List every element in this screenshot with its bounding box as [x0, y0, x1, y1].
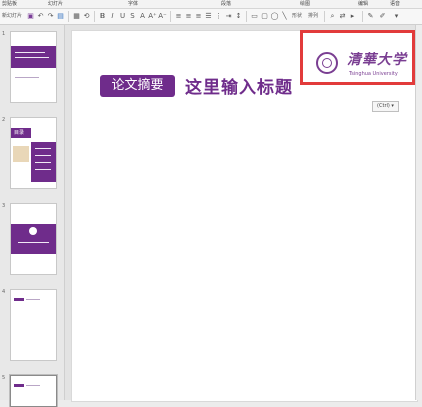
toolbar-separator	[94, 11, 95, 22]
section-badge[interactable]: 论文摘要	[100, 75, 175, 97]
align-right-icon[interactable]: ≡	[194, 12, 203, 21]
ribbon-group-clipboard: 剪贴板	[2, 1, 18, 7]
logo-english-name: Tsinghua University	[349, 71, 398, 77]
ribbon-group-voice: 语音	[390, 1, 401, 7]
ribbon-group-editing: 编辑	[358, 1, 369, 7]
shapes-button[interactable]: 形状	[292, 12, 302, 21]
ribbon-group-slides: 幻灯片	[48, 1, 64, 7]
layout-icon[interactable]: ▦	[72, 12, 81, 21]
thumbnail-number: 5	[2, 375, 6, 381]
save-icon[interactable]: ▣	[26, 12, 35, 21]
line-spacing-icon[interactable]: ↕	[234, 12, 243, 21]
ribbon-group-paragraph: 段落	[221, 1, 232, 7]
toolbar-separator	[170, 11, 171, 22]
ribbon-group-labels: 剪贴板 幻灯片 字体 段落 绘图 编辑 语音	[0, 0, 422, 9]
thumbnail-badge	[14, 298, 24, 301]
seal-inner-ring	[322, 58, 332, 68]
slide-thumbnail-5[interactable]	[10, 375, 57, 407]
select-icon[interactable]: ▸	[348, 12, 357, 21]
ribbon-group-font: 字体	[128, 1, 139, 7]
align-center-icon[interactable]: ≡	[184, 12, 193, 21]
thumbnail-badge	[14, 384, 24, 387]
slide-thumbnail-2[interactable]: 目录	[10, 117, 57, 189]
italic-icon[interactable]: 𝐼	[108, 12, 117, 21]
font-color-icon[interactable]: A	[138, 12, 147, 21]
thumbnail-text-line	[35, 155, 51, 156]
logo-chinese-name: 清華大学	[347, 52, 407, 68]
thumbnail-text-line	[26, 299, 40, 300]
slide-title[interactable]: 这里输入标题	[185, 73, 293, 98]
thumbnail-text-line	[35, 162, 51, 163]
thumbnail-text-line	[15, 57, 49, 58]
replace-icon[interactable]: ⇄	[338, 12, 347, 21]
slide-thumbnail-4[interactable]	[10, 289, 57, 361]
slide-thumbnail-3[interactable]	[10, 203, 57, 275]
toolbar: 新幻灯片 ▣ ↶ ↷ ▤ ▦ ⟲ 𝐁 𝐼 U S A A⁺ A⁻ ≡ ≡ ≡ ☰…	[0, 9, 422, 25]
thumbnail-number: 3	[2, 203, 6, 209]
thumbnail-image	[13, 146, 29, 162]
thumbnail-text-line	[15, 77, 39, 78]
toolbar-separator	[246, 11, 247, 22]
oval-icon[interactable]: ◯	[270, 12, 279, 21]
reset-icon[interactable]: ⟲	[82, 12, 91, 21]
align-left-icon[interactable]: ≡	[174, 12, 183, 21]
dropdown-chevron-icon[interactable]: ▾	[392, 12, 401, 21]
picture-icon[interactable]: ▤	[56, 12, 65, 21]
new-slide-button[interactable]: 新幻灯片	[2, 12, 22, 21]
undo-icon[interactable]: ↶	[36, 12, 45, 21]
thumbnail-text-line	[35, 148, 51, 149]
toolbar-separator	[68, 11, 69, 22]
rounded-rect-icon[interactable]: ▢	[260, 12, 269, 21]
line-icon[interactable]: ╲	[280, 12, 289, 21]
indent-icon[interactable]: ⇥	[224, 12, 233, 21]
thumbnail-text-line	[15, 52, 45, 53]
arrange-button[interactable]: 排列	[308, 12, 318, 21]
bullets-icon[interactable]: ☰	[204, 12, 213, 21]
slide-thumbnail-1[interactable]	[10, 31, 57, 103]
underline-icon[interactable]: U	[118, 12, 127, 21]
thumbnail-logo	[29, 227, 37, 235]
vertical-scrollbar[interactable]	[415, 25, 422, 400]
numbering-icon[interactable]: ⋮	[214, 12, 223, 21]
find-icon[interactable]: ⌕	[328, 12, 337, 21]
ribbon-group-drawing: 绘图	[300, 1, 311, 7]
redo-icon[interactable]: ↷	[46, 12, 55, 21]
toolbar-separator	[362, 11, 363, 22]
rectangle-icon[interactable]: ▭	[250, 12, 259, 21]
thumbnail-title: 目录	[14, 130, 25, 136]
university-seal-icon	[316, 52, 338, 74]
strikethrough-icon[interactable]: S	[128, 12, 137, 21]
thumbnail-number: 1	[2, 31, 6, 37]
thumbnail-text-line	[18, 242, 49, 243]
font-size-up-icon[interactable]: A⁺	[148, 12, 157, 21]
thumbnail-number: 2	[2, 117, 6, 123]
paste-options-button[interactable]: (Ctrl) ▾	[372, 101, 399, 112]
thumbnail-number: 4	[2, 289, 6, 295]
marker-icon[interactable]: ✐	[378, 12, 387, 21]
toolbar-separator	[324, 11, 325, 22]
bold-icon[interactable]: 𝐁	[98, 12, 107, 21]
pen-icon[interactable]: ✎	[366, 12, 375, 21]
thumbnail-text-line	[26, 385, 40, 386]
font-size-down-icon[interactable]: A⁻	[158, 12, 167, 21]
thumbnail-text-line	[35, 169, 51, 170]
